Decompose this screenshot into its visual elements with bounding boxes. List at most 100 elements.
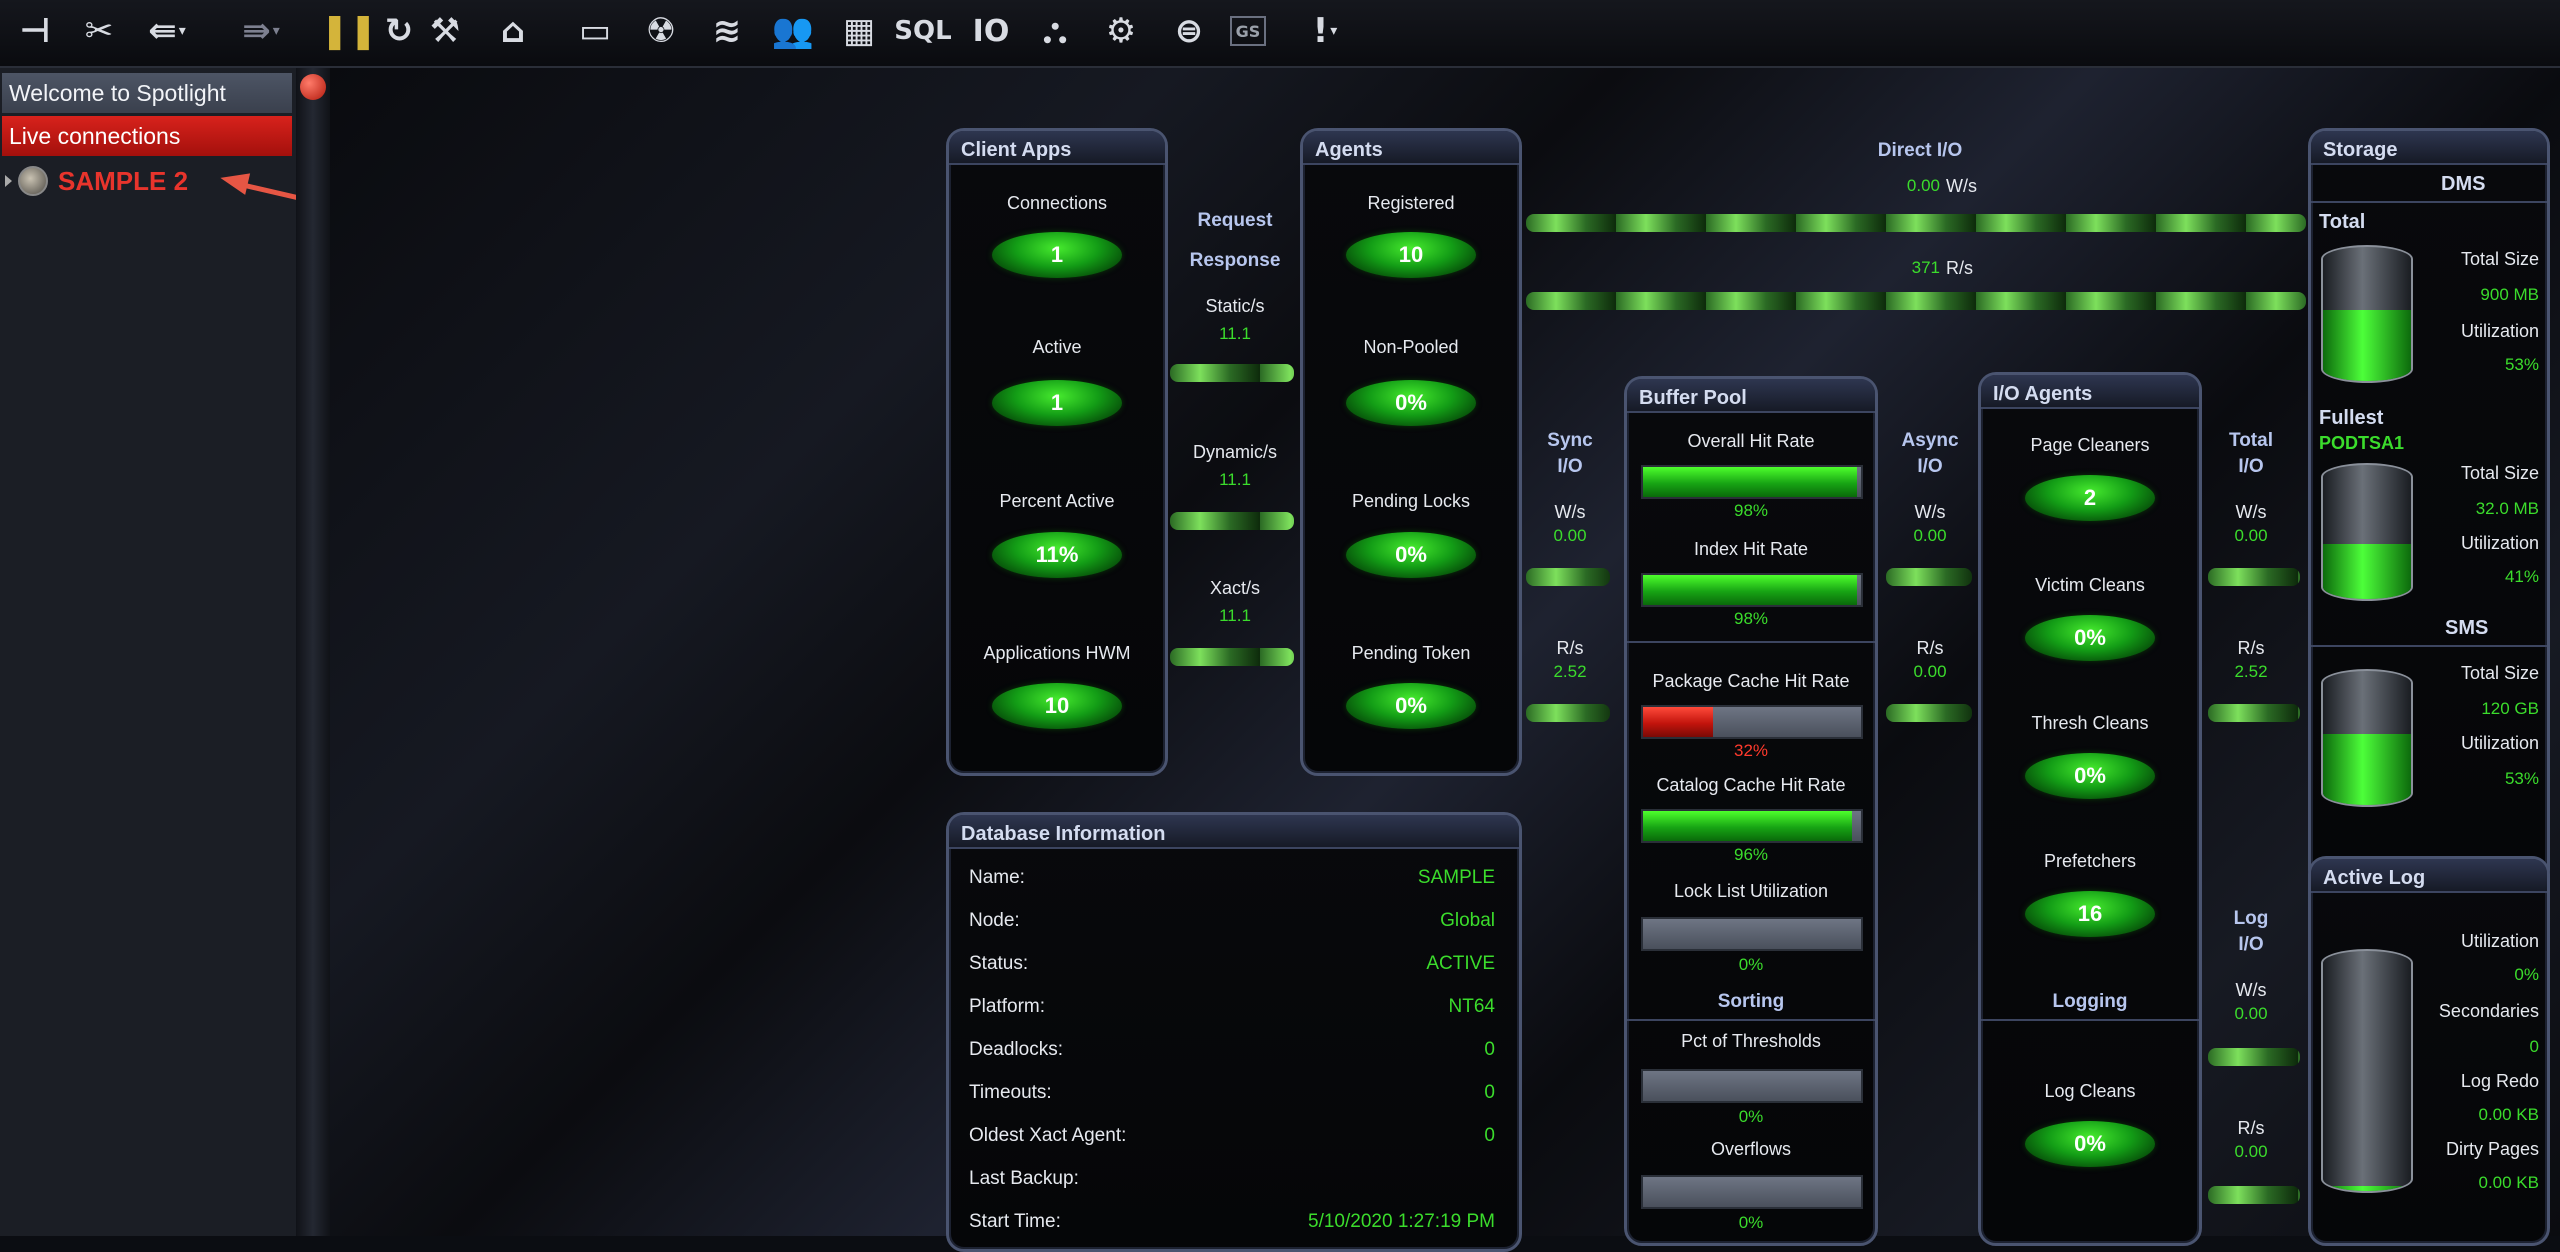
- log-io-ws-unit: W/s: [2235, 980, 2267, 1000]
- sync-io-rs-unit: R/s: [1556, 638, 1584, 658]
- network-icon[interactable]: ⛬: [1032, 8, 1078, 54]
- sync-io-read-pipe: [1526, 704, 1610, 722]
- xact-value: 11.1: [1219, 606, 1251, 625]
- database-info-row: Name: SAMPLE: [969, 859, 1495, 899]
- total-utilization-fill: [2323, 309, 2411, 381]
- applications-hwm-value[interactable]: 10: [992, 683, 1122, 729]
- applications-hwm-label: Applications HWM: [983, 643, 1131, 663]
- direct-io-ws-value: 0.00: [1906, 176, 1940, 195]
- active-log-title: Active Log: [2323, 867, 2426, 889]
- dirty-pages-value: 0.00 KB: [2478, 1173, 2540, 1192]
- active-value[interactable]: 1: [992, 380, 1122, 426]
- total-io-read-pipe: [2208, 704, 2300, 722]
- catalog-cache-hit-rate-fill: [1643, 811, 1853, 841]
- log-utilization-label: Utilization: [2460, 931, 2539, 951]
- refresh-icon[interactable]: ↻: [376, 8, 422, 54]
- database-information-panel[interactable]: Database Information Name: SAMPLE Node: Glo…: [946, 812, 1522, 1252]
- io-icon[interactable]: IO: [968, 8, 1014, 54]
- victim-cleans-value[interactable]: 0%: [2025, 615, 2155, 661]
- fullest-utilization-label: Utilization: [2460, 533, 2539, 553]
- sms-divider: [2311, 645, 2547, 647]
- index-hit-rate-value: 98%: [1733, 609, 1769, 628]
- direct-io-title: Direct I/O: [1877, 140, 1963, 161]
- gs-icon[interactable]: GS: [1230, 16, 1266, 46]
- log-io-ws-value: 0.00: [2234, 1004, 2268, 1023]
- prefetchers-label: Prefetchers: [2043, 851, 2137, 871]
- io-agents-title: I/O Agents: [1993, 383, 2093, 405]
- list-icon[interactable]: ⊜: [1166, 8, 1212, 54]
- database-information-title: Database Information: [961, 823, 1166, 845]
- info-key: Oldest Xact Agent:: [969, 1125, 1127, 1146]
- connections-label: Connections: [1006, 193, 1108, 213]
- percent-active-label: Percent Active: [999, 491, 1115, 511]
- async-io-ws-unit: W/s: [1914, 502, 1946, 522]
- io-agents-panel[interactable]: I/O Agents Page Cleaners 2 Victim Cleans…: [1978, 372, 2202, 1246]
- overall-hit-rate-label: Overall Hit Rate: [1687, 431, 1815, 451]
- log-redo-label: Log Redo: [2460, 1071, 2539, 1091]
- registered-value[interactable]: 10: [1346, 232, 1476, 278]
- unplug-icon[interactable]: ✂: [76, 8, 122, 54]
- pending-token-label: Pending Token: [1351, 643, 1471, 663]
- storage-panel[interactable]: Storage DMS Total Total Size 900 MB Util…: [2308, 128, 2550, 888]
- buffer-pool-divider: [1627, 641, 1875, 643]
- report-icon[interactable]: ⚙: [1098, 8, 1144, 54]
- total-size-value: 900 MB: [2480, 285, 2539, 304]
- log-cleans-value[interactable]: 0%: [2025, 1121, 2155, 1167]
- buffer-pool-panel[interactable]: Buffer Pool Overall Hit Rate 98% Index H…: [1624, 376, 1878, 1246]
- alert-icon[interactable]: ! ▾: [1302, 8, 1348, 54]
- database-info-row: Status: ACTIVE: [969, 945, 1495, 985]
- expand-icon[interactable]: [5, 175, 12, 187]
- sql-icon[interactable]: SQL: [894, 8, 951, 54]
- monitor-icon[interactable]: ▭: [572, 8, 618, 54]
- page-cleaners-label: Page Cleaners: [2030, 435, 2150, 455]
- live-connections-item[interactable]: Live connections: [2, 116, 292, 156]
- async-io-title-1: Async: [1901, 430, 1959, 451]
- agents-panel[interactable]: Agents Registered 10 Non-Pooled 0% Pendi…: [1300, 128, 1522, 776]
- prefetchers-value[interactable]: 16: [2025, 891, 2155, 937]
- storage-title: Storage: [2323, 139, 2398, 161]
- async-io-rs-value: 0.00: [1913, 662, 1947, 681]
- catalog-cache-hit-rate-value: 96%: [1733, 845, 1769, 864]
- package-cache-hit-rate-label: Package Cache Hit Rate: [1652, 671, 1850, 691]
- secondaries-label: Secondaries: [2438, 1001, 2539, 1021]
- splitter[interactable]: [296, 68, 330, 1236]
- grid-icon[interactable]: ▦: [836, 8, 882, 54]
- tools-icon[interactable]: ⚒: [422, 8, 468, 54]
- database-info-row: Node: Global: [969, 902, 1495, 942]
- registered-label: Registered: [1367, 193, 1455, 213]
- info-key: Start Time:: [969, 1211, 1061, 1232]
- database-info-row: Deadlocks: 0: [969, 1031, 1495, 1071]
- database-info-row: Start Time: 5/10/2020 1:27:19 PM: [969, 1203, 1495, 1243]
- catalog-cache-hit-rate-label: Catalog Cache Hit Rate: [1656, 775, 1846, 795]
- sidebar: Welcome to Spotlight Live connections SA…: [0, 68, 296, 1236]
- active-log-panel[interactable]: Active Log Utilization 0% Secondaries 0 …: [2308, 856, 2550, 1246]
- client-apps-title: Client Apps: [961, 139, 1072, 161]
- connection-tree-item[interactable]: SAMPLE 2: [0, 162, 250, 200]
- pending-locks-value[interactable]: 0%: [1346, 532, 1476, 578]
- page-cleaners-value[interactable]: 2: [2025, 475, 2155, 521]
- welcome-to-spotlight-item[interactable]: Welcome to Spotlight: [2, 73, 292, 113]
- client-apps-panel[interactable]: Client Apps Connections 1 Active 1 Perce…: [946, 128, 1168, 776]
- total-io-title-2: I/O: [2238, 456, 2264, 477]
- active-label: Active: [1032, 337, 1082, 357]
- non-pooled-value[interactable]: 0%: [1346, 380, 1476, 426]
- plug-icon[interactable]: ⊣: [12, 8, 58, 54]
- package-cache-hit-rate-fill: [1643, 707, 1713, 737]
- log-io-rs-unit: R/s: [2237, 1118, 2265, 1138]
- log-utilization-cylinder: [2321, 949, 2413, 1193]
- thresh-cleans-value[interactable]: 0%: [2025, 753, 2155, 799]
- percent-active-value[interactable]: 11%: [992, 532, 1122, 578]
- dms-divider: [2311, 201, 2547, 203]
- total-label: Total: [2319, 211, 2366, 233]
- users-icon[interactable]: 👥: [770, 8, 816, 54]
- radiation-icon[interactable]: ☢: [638, 8, 684, 54]
- connections-value[interactable]: 1: [992, 232, 1122, 278]
- forward-icon[interactable]: ⇛ ▾: [238, 8, 284, 54]
- database-icon[interactable]: ≋: [704, 8, 750, 54]
- async-io-rs-unit: R/s: [1916, 638, 1944, 658]
- back-icon[interactable]: ⇚ ▾: [144, 8, 190, 54]
- fullest-name: PODTSA1: [2319, 433, 2405, 453]
- home-icon[interactable]: ⌂: [490, 8, 536, 54]
- pause-icon[interactable]: ❚❚: [321, 8, 378, 54]
- pending-token-value[interactable]: 0%: [1346, 683, 1476, 729]
